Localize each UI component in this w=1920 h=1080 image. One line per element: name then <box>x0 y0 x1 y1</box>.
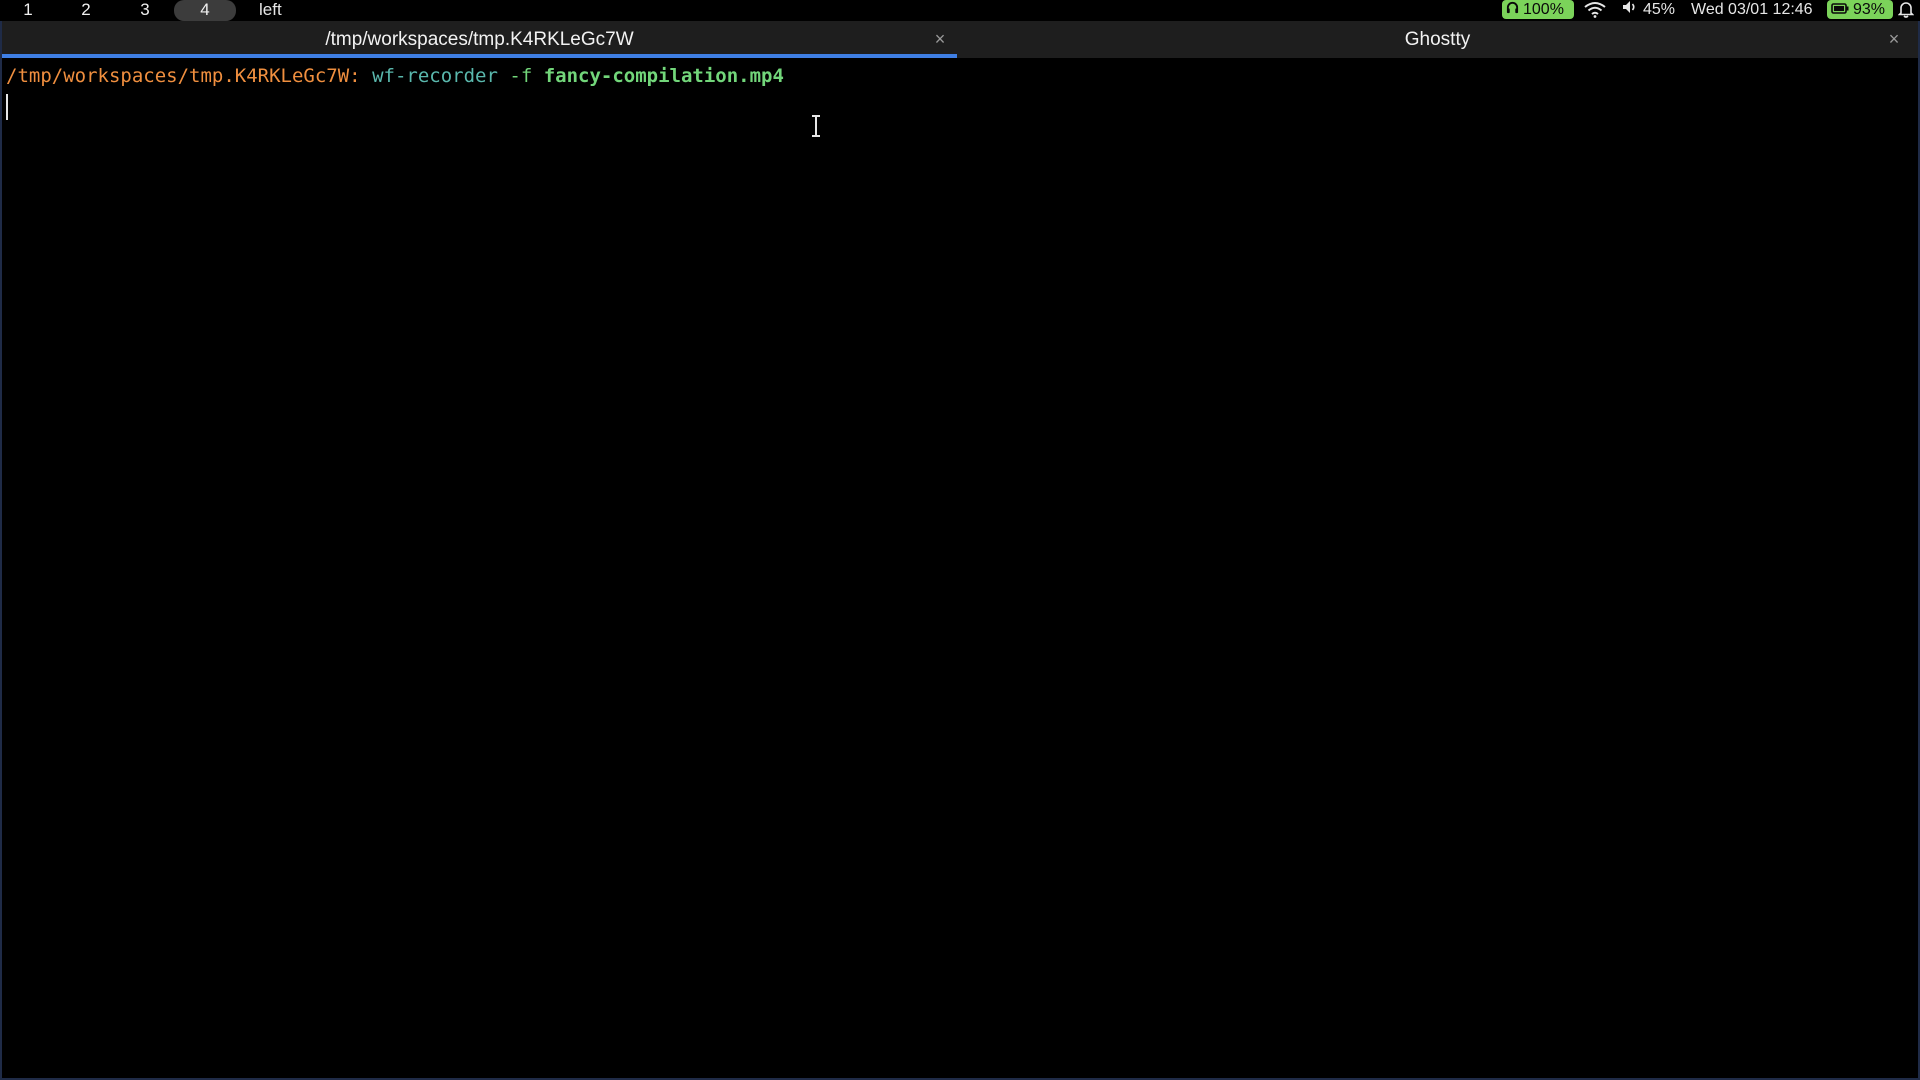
terminal-window: /tmp/workspaces/tmp.K4RKLeGc7W × Ghostty… <box>0 21 1920 1080</box>
tab-ghostty[interactable]: Ghostty <box>957 21 1918 58</box>
active-tab-indicator <box>2 54 957 58</box>
input-line <box>6 91 1916 121</box>
status-bar: 1 2 3 4 left 100% 45% Wed 03/01 12:46 93… <box>0 0 1920 21</box>
close-icon[interactable]: × <box>1884 21 1904 58</box>
tab-title: /tmp/workspaces/tmp.K4RKLeGc7W <box>325 28 634 50</box>
command-line: /tmp/workspaces/tmp.K4RKLeGc7W: wf-recor… <box>6 61 1916 91</box>
workspace-4-button[interactable]: 4 <box>174 0 236 21</box>
headset-value: 100% <box>1523 1 1564 18</box>
volume-indicator[interactable]: 45% <box>1622 0 1675 20</box>
workspace-1-button[interactable]: 1 <box>14 0 42 21</box>
speaker-icon <box>1622 0 1638 20</box>
close-icon[interactable]: × <box>930 21 950 58</box>
ibeam-cursor-icon <box>812 115 820 137</box>
layout-indicator: left <box>259 0 282 19</box>
volume-value: 45% <box>1643 1 1676 18</box>
command-flag: -f <box>509 65 533 87</box>
prompt-path: /tmp/workspaces/tmp.K4RKLeGc7W <box>6 65 350 87</box>
workspace-2-button[interactable]: 2 <box>72 0 100 21</box>
tab-title: Ghostty <box>1404 28 1471 50</box>
headphones-icon <box>1506 0 1519 19</box>
command-name: wf-recorder <box>372 65 498 87</box>
workspace-3-button[interactable]: 3 <box>131 0 159 21</box>
text-cursor <box>6 93 8 120</box>
tab-workspace[interactable]: /tmp/workspaces/tmp.K4RKLeGc7W <box>2 21 957 58</box>
battery-icon <box>1831 0 1849 19</box>
battery-indicator[interactable]: 93% <box>1827 0 1893 19</box>
prompt-separator: : <box>349 65 361 87</box>
terminal-output[interactable]: /tmp/workspaces/tmp.K4RKLeGc7W: wf-recor… <box>6 61 1916 1071</box>
clock[interactable]: Wed 03/01 12:46 <box>1691 0 1813 20</box>
command-argument: fancy-compilation.mp4 <box>543 65 784 87</box>
battery-value: 93% <box>1853 1 1886 18</box>
headset-battery-indicator[interactable]: 100% <box>1502 0 1574 19</box>
tab-bar: /tmp/workspaces/tmp.K4RKLeGc7W × Ghostty… <box>2 21 1918 58</box>
